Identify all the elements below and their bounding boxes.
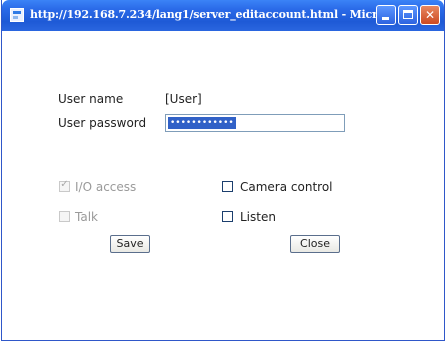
camera-control-label: Camera control xyxy=(240,180,333,194)
talk-checkbox[interactable] xyxy=(59,211,70,222)
password-masked-value: •••••••••••• xyxy=(168,117,236,129)
listen-checkbox[interactable] xyxy=(222,211,233,222)
io-access-checkbox[interactable]: ✓ xyxy=(59,179,70,192)
close-window-button[interactable]: ✕ xyxy=(420,5,440,25)
ie-page-icon xyxy=(10,8,24,22)
listen-label: Listen xyxy=(240,210,276,224)
user-name-value: [User] xyxy=(165,92,202,106)
maximize-button[interactable] xyxy=(398,5,418,25)
user-password-input[interactable]: •••••••••••• xyxy=(165,114,345,132)
checkmark-icon: ✓ xyxy=(60,179,69,190)
camera-control-checkbox[interactable] xyxy=(222,181,233,192)
popup-window: http://192.168.7.234/lang1/server_editac… xyxy=(1,0,445,341)
minimize-button[interactable] xyxy=(376,5,396,25)
io-access-label: I/O access xyxy=(75,180,137,194)
title-bar[interactable]: http://192.168.7.234/lang1/server_editac… xyxy=(2,0,444,31)
user-name-label: User name xyxy=(58,92,124,106)
user-password-label: User password xyxy=(58,116,147,130)
close-button[interactable]: Close xyxy=(290,235,340,253)
talk-label: Talk xyxy=(75,210,98,224)
save-button[interactable]: Save xyxy=(110,235,150,253)
window-title: http://192.168.7.234/lang1/server_editac… xyxy=(30,8,382,21)
